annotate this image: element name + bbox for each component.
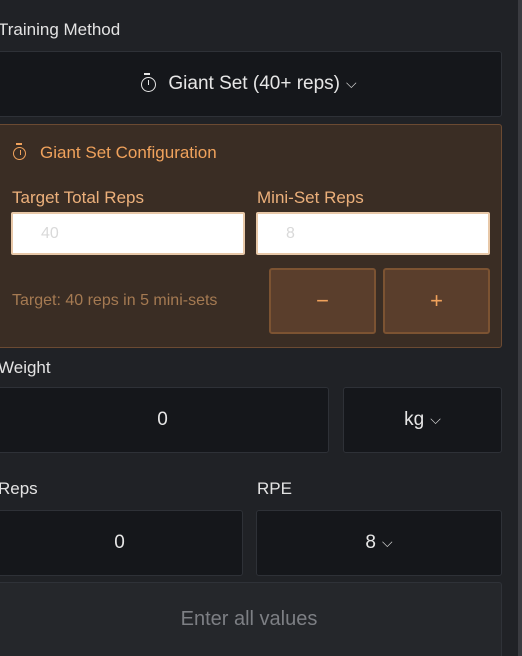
weight-value: 0 <box>157 409 168 430</box>
weight-unit-select[interactable]: kg ⌵ <box>343 387 502 453</box>
decrement-button[interactable]: − <box>269 268 376 334</box>
submit-set-button[interactable]: Enter all values <box>0 582 502 656</box>
giant-set-config-title: Giant Set Configuration <box>13 142 217 163</box>
stopwatch-icon <box>141 72 157 92</box>
stopwatch-icon <box>13 142 26 160</box>
target-summary: Target: 40 reps in 5 mini-sets <box>12 292 218 309</box>
training-method-select[interactable]: Giant Set (40+ reps) ⌵ <box>0 51 502 117</box>
minus-icon: − <box>316 288 329 313</box>
reps-label: Reps <box>0 479 38 498</box>
scrollbar-track[interactable] <box>518 0 522 656</box>
mini-set-reps-label: Mini-Set Reps <box>257 188 364 207</box>
weight-unit-value: kg <box>404 409 425 430</box>
target-total-reps-placeholder: 40 <box>41 224 59 242</box>
reps-value: 0 <box>114 532 125 553</box>
chevron-down-icon: ⌵ <box>430 410 441 427</box>
chevron-down-icon: ⌵ <box>346 74 357 91</box>
training-method-value: Giant Set (40+ reps) <box>168 73 340 94</box>
giant-set-config-card: Giant Set Configuration Target Total Rep… <box>0 124 502 348</box>
submit-set-label: Enter all values <box>180 608 318 630</box>
mini-set-reps-input[interactable]: 8 <box>256 212 490 255</box>
target-total-reps-input[interactable]: 40 <box>11 212 245 255</box>
increment-button[interactable]: + <box>383 268 490 334</box>
rpe-select[interactable]: 8 ⌵ <box>256 510 502 576</box>
target-total-reps-label: Target Total Reps <box>12 188 144 207</box>
chevron-down-icon: ⌵ <box>381 533 393 550</box>
giant-set-config-title-text: Giant Set Configuration <box>40 143 217 162</box>
rpe-label: RPE <box>257 479 292 498</box>
plus-icon: + <box>430 288 443 313</box>
weight-label: Weight <box>0 358 51 377</box>
weight-input[interactable]: 0 <box>0 387 329 453</box>
set-entry-panel: Training Method Giant Set (40+ reps) ⌵ G… <box>0 0 522 656</box>
rpe-value: 8 <box>365 532 376 553</box>
reps-input[interactable]: 0 <box>0 510 243 576</box>
mini-set-reps-placeholder: 8 <box>286 224 295 242</box>
training-method-label: Training Method <box>0 20 121 39</box>
